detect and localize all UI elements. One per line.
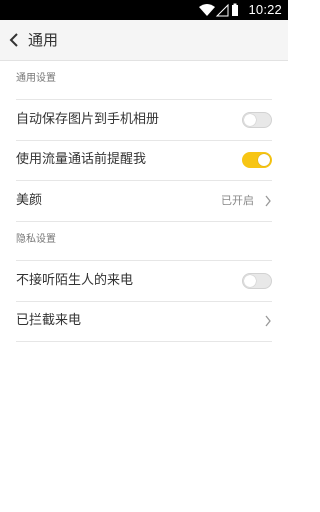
row-blocked-calls[interactable]: 已拦截来电 (16, 301, 272, 342)
chevron-right-icon (265, 195, 271, 207)
section-title-general: 通用设置 (16, 73, 56, 84)
row-label: 已拦截来电 (16, 313, 82, 328)
row-label: 使用流量通话前提醒我 (16, 152, 147, 167)
back-button[interactable] (6, 28, 24, 52)
data-call-reminder-toggle[interactable] (242, 152, 272, 168)
wifi-icon (199, 4, 215, 16)
status-time: 10:22 (248, 2, 282, 17)
status-icons (198, 3, 240, 17)
row-beauty[interactable]: 美颜 已开启 (16, 181, 272, 222)
block-strangers-toggle[interactable] (242, 273, 272, 289)
toggle-knob (244, 275, 256, 287)
auto-save-photos-toggle[interactable] (242, 112, 272, 128)
battery-icon (232, 3, 238, 16)
row-label: 自动保存图片到手机相册 (16, 112, 160, 127)
chevron-left-icon (9, 33, 18, 47)
section-title-privacy: 隐私设置 (16, 234, 56, 245)
chevron-right-icon (265, 315, 271, 327)
toggle-knob (244, 114, 256, 126)
row-label: 美颜 (16, 193, 43, 208)
toggle-knob (258, 154, 270, 166)
row-auto-save-photos[interactable]: 自动保存图片到手机相册 (16, 99, 272, 141)
status-bar: 10:22 (0, 0, 288, 20)
title-bar: 通用 (0, 20, 288, 61)
row-block-strangers[interactable]: 不接听陌生人的来电 (16, 260, 272, 302)
page-title: 通用 (28, 31, 59, 49)
row-data-call-reminder[interactable]: 使用流量通话前提醒我 (16, 140, 272, 181)
row-label: 不接听陌生人的来电 (16, 273, 134, 288)
beauty-status: 已开启 (221, 194, 254, 207)
signal-icon (215, 3, 229, 17)
